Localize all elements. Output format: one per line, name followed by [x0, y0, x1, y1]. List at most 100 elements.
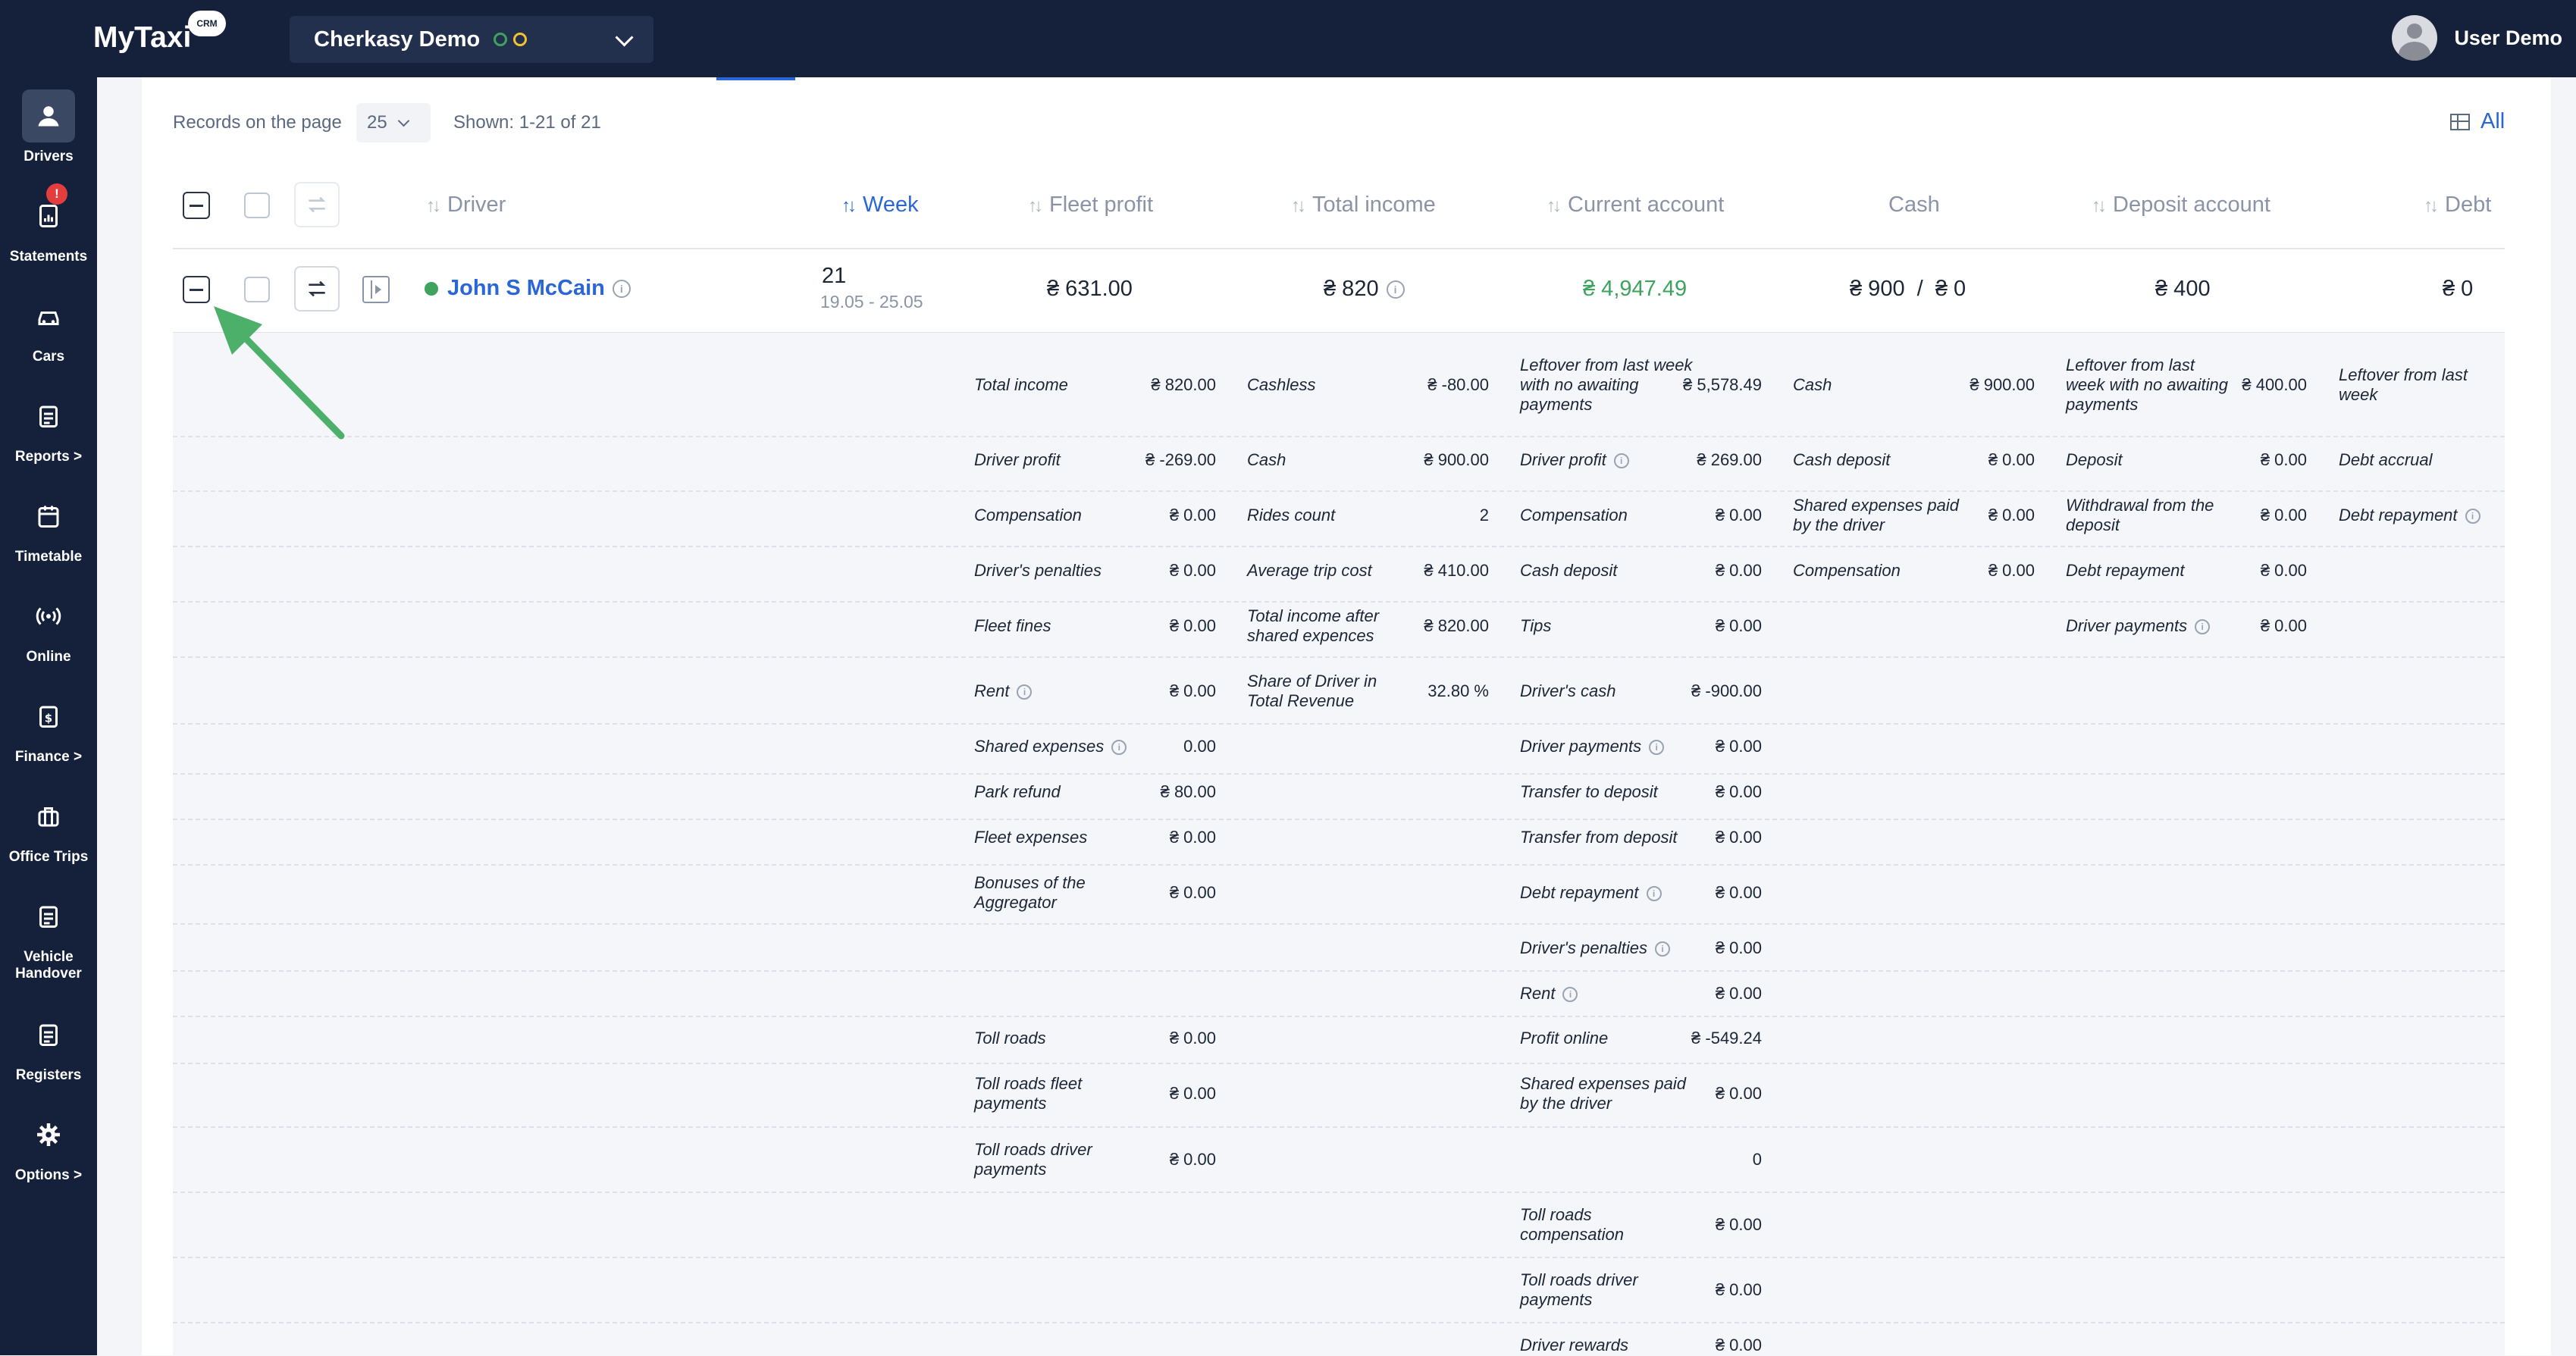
- current-account-value: ₴ 4,947.49: [1583, 277, 1688, 301]
- collapse-all-checkbox[interactable]: [183, 192, 210, 219]
- detail-label: Shared expenses paid by the driver: [1793, 496, 1959, 534]
- col-debt[interactable]: ↑↓ Debt: [2424, 193, 2491, 218]
- sidebar-item-timetable[interactable]: Timetable: [0, 490, 97, 565]
- sidebar-item-registers[interactable]: Registers: [0, 1008, 97, 1084]
- detail-label: Cash: [1793, 375, 1832, 394]
- detail-value: ₴ 0.00: [1169, 1029, 1216, 1048]
- detail-label: Average trip cost: [1247, 561, 1372, 580]
- detail-label: Toll roads fleet payments: [974, 1074, 1083, 1113]
- detail-label: Driver profit i: [1520, 450, 1698, 470]
- detail-label: Profit online: [1520, 1029, 1609, 1048]
- sidebar-item-office-trips[interactable]: Office Trips: [0, 790, 97, 866]
- row-divider: [173, 970, 2505, 972]
- detail-label: Toll roads compensation: [1520, 1205, 1624, 1244]
- info-icon[interactable]: i: [2195, 619, 2211, 635]
- sidebar-item-cars[interactable]: Cars: [0, 290, 97, 365]
- select-all-checkbox[interactable]: [244, 193, 270, 218]
- sidebar-item-finance[interactable]: $ Finance >: [0, 690, 97, 766]
- row-divider: [173, 490, 2505, 492]
- user-menu[interactable]: User Demo: [2392, 15, 2562, 61]
- detail-label: Cash deposit: [1793, 450, 1891, 469]
- company-selector[interactable]: Cherkasy Demo: [290, 16, 653, 63]
- sidebar-item-label: Finance >: [14, 749, 83, 765]
- detail-value: ₴ 0.00: [1169, 1150, 1216, 1169]
- info-icon[interactable]: i: [2465, 509, 2480, 525]
- info-icon[interactable]: i: [612, 279, 631, 298]
- swap-icon: [308, 196, 326, 213]
- logo[interactable]: MyTaxi: [93, 21, 191, 55]
- row-divider: [173, 723, 2505, 725]
- detail-value: ₴ 0.00: [1715, 506, 1762, 525]
- detail-value: ₴ 0.00: [1715, 1215, 1762, 1234]
- sidebar-item-vehicle-handover[interactable]: Vehicle Handover: [0, 890, 97, 982]
- detail-label: Driver's penalties: [974, 561, 1102, 580]
- driver-link[interactable]: John S McCain i: [425, 276, 631, 301]
- detail-value: ₴ 0.00: [1715, 782, 1762, 801]
- detail-label: Total income: [974, 375, 1068, 394]
- detail-value: ₴ 269.00: [1697, 450, 1762, 469]
- sidebar-item-label: Statements: [9, 249, 88, 265]
- col-week[interactable]: ↑↓ Week: [841, 193, 919, 218]
- col-current-account[interactable]: ↑↓ Current account: [1547, 193, 1724, 218]
- detail-label: Toll roads driver payments: [974, 1140, 1092, 1179]
- sidebar: Drivers ! Statements Cars Reports > Time…: [0, 77, 97, 1355]
- row-divider: [173, 1126, 2505, 1128]
- detail-label: Total income after shared expences: [1247, 606, 1380, 645]
- detail-label: Cashless: [1247, 375, 1316, 394]
- info-icon[interactable]: i: [1649, 740, 1665, 756]
- info-icon[interactable]: i: [1017, 684, 1033, 700]
- yellow-status-icon: [513, 33, 528, 46]
- row-swap-button[interactable]: [294, 266, 340, 312]
- detail-value: ₴ 0.00: [2260, 506, 2307, 525]
- col-total-income[interactable]: ↑↓ Total income: [1291, 193, 1436, 218]
- col-deposit-account[interactable]: ↑↓ Deposit account: [2092, 193, 2270, 218]
- detail-value: ₴ 900.00: [1424, 450, 1489, 469]
- row-divider: [173, 1322, 2505, 1323]
- detail-value: ₴ 0.00: [1715, 1084, 1762, 1103]
- info-icon[interactable]: i: [1646, 886, 1662, 902]
- row-select-checkbox[interactable]: [244, 277, 270, 302]
- week-number: 21: [822, 264, 847, 288]
- info-icon[interactable]: i: [1655, 941, 1671, 957]
- sidebar-item-label: Drivers: [24, 149, 74, 164]
- sidebar-item-online[interactable]: Online: [0, 590, 97, 665]
- detail-label: Rent i: [1520, 984, 1698, 1004]
- detail-value: ₴ 0.00: [1169, 828, 1216, 847]
- detail-value: ₴ 5,578.49: [1683, 375, 1762, 394]
- info-icon[interactable]: i: [1613, 453, 1629, 469]
- detail-label: Transfer from deposit: [1520, 828, 1678, 847]
- active-tab-indicator: [716, 77, 795, 80]
- svg-text:$: $: [45, 712, 52, 725]
- detail-value: 0.00: [1183, 737, 1216, 756]
- green-status-icon: [494, 33, 508, 46]
- panel-icon[interactable]: [362, 276, 390, 303]
- detail-value: ₴ 80.00: [1160, 782, 1216, 801]
- shown-count: Shown: 1-21 of 21: [453, 112, 601, 133]
- records-per-page-select[interactable]: 25: [356, 103, 431, 142]
- detail-value: 32.80 %: [1427, 681, 1489, 700]
- debt-value: ₴ 0: [2443, 277, 2474, 301]
- info-icon[interactable]: i: [1386, 280, 1405, 299]
- info-icon[interactable]: i: [1562, 987, 1578, 1003]
- detail-value: ₴ 0.00: [1169, 1084, 1216, 1103]
- bulk-swap-button[interactable]: [294, 182, 340, 227]
- sidebar-item-drivers[interactable]: Drivers: [0, 89, 97, 165]
- columns-toggle[interactable]: All: [2450, 109, 2505, 134]
- sidebar-item-reports[interactable]: Reports >: [0, 390, 97, 465]
- detail-label: Transfer to deposit: [1520, 782, 1658, 801]
- col-fleet-profit[interactable]: ↑↓ Fleet profit: [1028, 193, 1153, 218]
- sidebar-item-label: Cars: [32, 349, 65, 365]
- detail-value: ₴ 0.00: [1715, 828, 1762, 847]
- collapse-row-checkbox[interactable]: [183, 276, 210, 303]
- sidebar-item-statements[interactable]: ! Statements: [0, 183, 97, 265]
- sidebar-item-options[interactable]: Options >: [0, 1108, 97, 1184]
- records-per-page-value: 25: [367, 112, 387, 133]
- detail-value: ₴ -549.24: [1691, 1029, 1762, 1048]
- col-driver[interactable]: ↑↓ Driver: [426, 193, 506, 218]
- statement-icon: !: [22, 183, 75, 243]
- detail-value: ₴ 0.00: [2260, 561, 2307, 580]
- info-icon[interactable]: i: [1111, 740, 1127, 756]
- user-icon: [22, 89, 75, 142]
- detail-value: ₴ 0.00: [1715, 1280, 1762, 1299]
- row-divider: [173, 1257, 2505, 1258]
